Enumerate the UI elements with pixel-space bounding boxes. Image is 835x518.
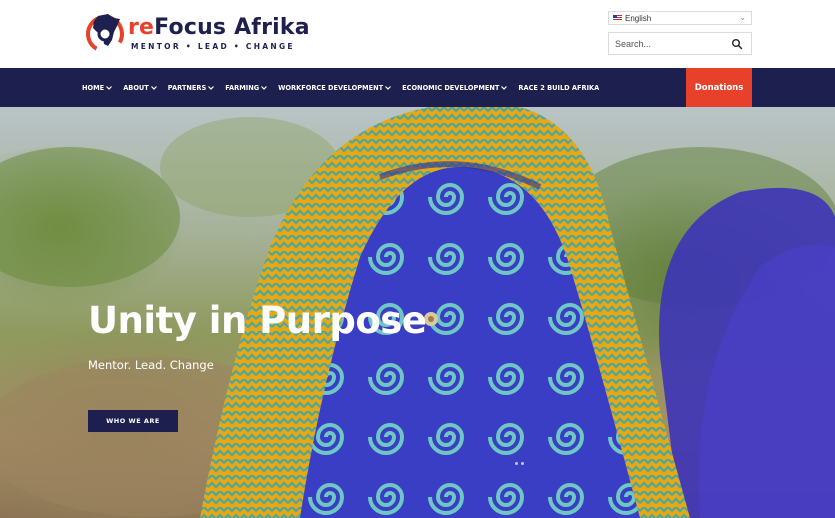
hero-title: Unity in Purpose [88,299,427,342]
nav-item-partners[interactable]: PARTNERS [167,83,215,92]
chevron-down-icon [106,85,113,90]
search-input[interactable] [609,33,727,54]
donations-button[interactable]: Donations [686,68,752,107]
nav-item-home[interactable]: HOME [82,83,113,92]
site-header: reFocus Afrika MENTOR • LEAD • CHANGE En… [0,0,835,68]
hero-subtitle: Mentor. Lead. Change [88,358,214,372]
language-label: English [625,13,652,23]
main-nav: HOME ABOUT PARTNERS FARMING WORKFORCE DE… [0,68,835,107]
slider-dots [515,462,527,465]
hero-banner: Unity in Purpose Mentor. Lead. Change WH… [0,107,835,518]
chevron-down-icon [501,85,508,90]
chevron-down-icon [208,85,215,90]
nav-item-race-2-build-afrika[interactable]: RACE 2 BUILD AFRIKA [518,84,599,92]
logo-tagline: MENTOR • LEAD • CHANGE [131,42,295,51]
logo-title: reFocus Afrika [128,15,310,40]
language-selector[interactable]: English ⌄ [608,11,752,25]
nav-item-label: ECONOMIC DEVELOPMENT [402,83,500,92]
chevron-down-icon [150,85,157,90]
africa-logo-icon [86,14,124,53]
nav-item-about[interactable]: ABOUT [123,84,157,92]
nav-item-label: WORKFORCE DEVELOPMENT [278,83,384,92]
nav-item-label: ABOUT [123,83,149,92]
nav-item-farming[interactable]: FARMING [225,83,268,92]
us-flag-icon [613,15,622,21]
search-box [608,32,752,55]
chevron-down-icon [385,85,392,90]
nav-item-label: FARMING [225,83,260,92]
nav-item-label: PARTNERS [167,83,207,92]
chevron-down-icon [261,85,268,90]
nav-item-label: RACE 2 BUILD AFRIKA [518,83,600,92]
slider-dot[interactable] [515,462,518,465]
search-icon[interactable] [731,38,743,50]
nav-item-workforce-development[interactable]: WORKFORCE DEVELOPMENT [278,83,392,92]
nav-item-label: HOME [82,83,105,92]
site-logo[interactable]: reFocus Afrika MENTOR • LEAD • CHANGE [84,10,310,58]
chevron-down-icon: ⌄ [739,13,746,22]
slider-dot[interactable] [521,462,524,465]
nav-item-economic-development[interactable]: ECONOMIC DEVELOPMENT [402,83,508,92]
who-we-are-button[interactable]: WHO WE ARE [88,410,178,432]
